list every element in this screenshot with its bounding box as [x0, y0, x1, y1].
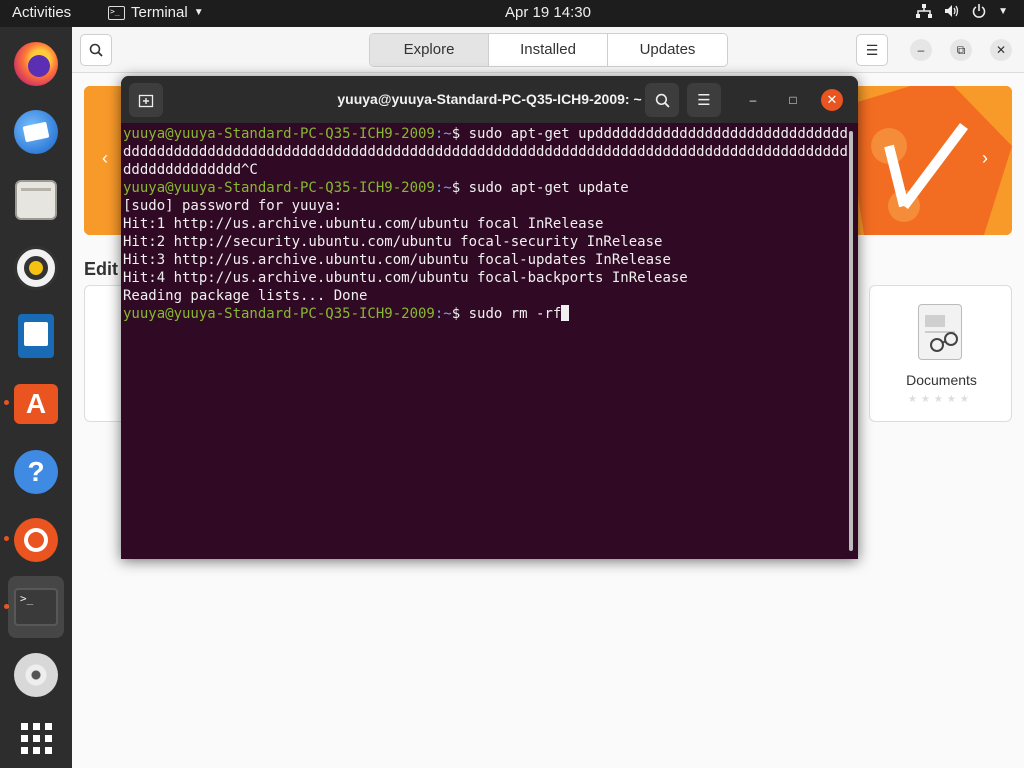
command-text: sudo apt-get update [468, 180, 629, 196]
chevron-right-icon[interactable]: › [982, 148, 988, 169]
search-button[interactable] [80, 34, 112, 66]
prompt-path: :~ [434, 180, 452, 196]
show-applications-button[interactable] [8, 710, 64, 766]
ubuntu-icon [14, 518, 58, 562]
close-button[interactable]: ✕ [990, 39, 1012, 61]
terminal-prompt-line: yuuya@yuuya-Standard-PC-Q35-ICH9-2009:~$… [123, 305, 856, 323]
app-card-label: Documents [906, 372, 977, 388]
dock-thunderbird[interactable] [8, 104, 64, 160]
hamburger-icon: ☰ [865, 41, 879, 58]
terminal-output-line: Hit:4 http://us.archive.ubuntu.com/ubunt… [123, 270, 688, 286]
text-cursor [561, 305, 570, 321]
dock-files[interactable] [8, 172, 64, 228]
command-text: sudo rm -rf [468, 306, 562, 322]
tab-updates[interactable]: Updates [608, 34, 727, 66]
dock-rhythmbox[interactable] [8, 240, 64, 296]
prompt-dollar: $ [451, 126, 469, 142]
dock-firefox[interactable] [8, 36, 64, 92]
firefox-icon [14, 42, 58, 86]
documents-icon [918, 304, 962, 360]
software-header: Explore Installed Updates ☰ – ⧉ ✕ [72, 27, 1024, 73]
terminal-maximize-button[interactable]: □ [783, 90, 803, 110]
terminal-prompt-line: yuuya@yuuya-Standard-PC-Q35-ICH9-2009:~$… [123, 179, 856, 197]
prompt-dollar: $ [451, 180, 469, 196]
dock-software[interactable]: A [8, 376, 64, 432]
search-icon [89, 43, 103, 57]
dock-terminal[interactable]: >_ [8, 576, 64, 638]
tab-explore[interactable]: Explore [370, 34, 489, 66]
top-bar: Activities >_ Terminal ▼ Apr 19 14:30 ▼ [0, 0, 1024, 27]
writer-icon [18, 314, 54, 358]
tab-installed[interactable]: Installed [489, 34, 608, 66]
dock-disc[interactable] [8, 647, 64, 703]
software-icon: A [14, 384, 58, 424]
chevron-left-icon[interactable]: ‹ [102, 148, 108, 169]
system-tray[interactable]: ▼ [916, 4, 1008, 21]
dock-help[interactable]: ? [8, 444, 64, 500]
terminal-close-button[interactable]: ✕ [821, 89, 843, 111]
terminal-titlebar[interactable]: yuuya@yuuya-Standard-PC-Q35-ICH9-2009: ~… [121, 76, 858, 123]
dock: A ? >_ [0, 27, 72, 768]
volume-icon[interactable] [944, 4, 960, 21]
rating-stars: ★★★★★ [908, 394, 973, 405]
dock-ubuntu[interactable] [8, 512, 64, 568]
search-icon [655, 93, 670, 108]
power-icon[interactable] [972, 4, 986, 21]
minimize-button[interactable]: – [910, 39, 932, 61]
clock[interactable]: Apr 19 14:30 [0, 4, 1024, 21]
terminal-prompt-line: yuuya@yuuya-Standard-PC-Q35-ICH9-2009:~$… [123, 125, 856, 179]
terminal-output[interactable]: yuuya@yuuya-Standard-PC-Q35-ICH9-2009:~$… [121, 123, 858, 559]
terminal-menu-button[interactable]: ☰ [687, 83, 721, 117]
terminal-search-button[interactable] [645, 83, 679, 117]
prompt-user: yuuya@yuuya-Standard-PC-Q35-ICH9-2009 [123, 306, 435, 322]
maximize-button[interactable]: ⧉ [950, 39, 972, 61]
dock-writer[interactable] [8, 308, 64, 364]
terminal-scrollbar[interactable] [849, 131, 853, 551]
app-grid-icon [20, 722, 52, 754]
terminal-icon: >_ [14, 588, 58, 626]
network-icon[interactable] [916, 4, 933, 21]
chevron-down-icon[interactable]: ▼ [998, 6, 1008, 21]
files-icon [15, 180, 57, 220]
software-tabs: Explore Installed Updates [369, 33, 728, 67]
help-icon: ? [14, 450, 58, 494]
disc-icon [14, 653, 58, 697]
thunderbird-icon [14, 110, 58, 154]
prompt-path: :~ [434, 126, 452, 142]
terminal-output-line: Hit:3 http://us.archive.ubuntu.com/ubunt… [123, 252, 671, 268]
section-title: Edit [84, 259, 118, 279]
prompt-path: :~ [434, 306, 452, 322]
terminal-output-line: Hit:1 http://us.archive.ubuntu.com/ubunt… [123, 216, 604, 232]
app-card-documents[interactable]: Documents ★★★★★ [869, 285, 1012, 422]
prompt-user: yuuya@yuuya-Standard-PC-Q35-ICH9-2009 [123, 126, 435, 142]
terminal-output-line: Reading package lists... Done [123, 288, 368, 304]
menu-button[interactable]: ☰ [856, 34, 888, 66]
terminal-window: yuuya@yuuya-Standard-PC-Q35-ICH9-2009: ~… [121, 76, 858, 559]
prompt-dollar: $ [451, 306, 469, 322]
hamburger-icon: ☰ [697, 92, 711, 109]
terminal-output-line: [sudo] password for yuuya: [123, 198, 343, 214]
prompt-user: yuuya@yuuya-Standard-PC-Q35-ICH9-2009 [123, 180, 435, 196]
rhythmbox-icon [14, 246, 58, 290]
terminal-minimize-button[interactable]: – [743, 90, 763, 110]
terminal-output-line: Hit:2 http://security.ubuntu.com/ubuntu … [123, 234, 663, 250]
